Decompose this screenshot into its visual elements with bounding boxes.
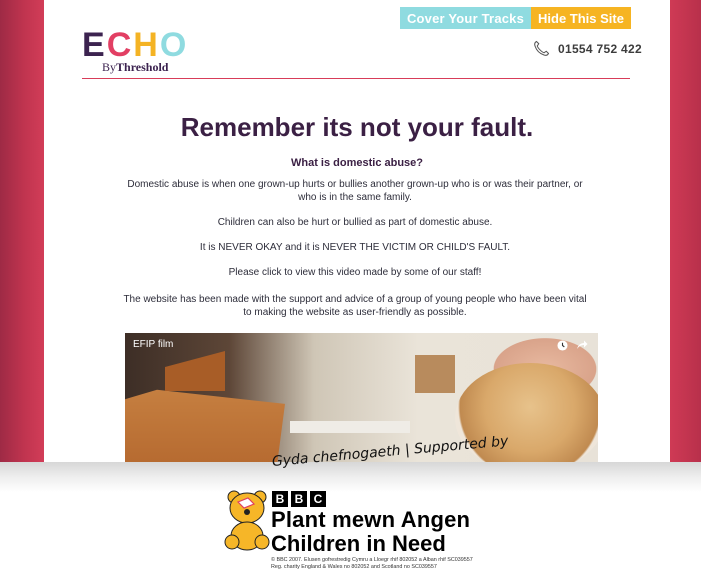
right-border xyxy=(670,0,701,465)
legal-text: © BBC 2007. Elusen gofrestredig Cymru a … xyxy=(271,557,473,570)
logo-byline: ByThreshold xyxy=(102,60,169,74)
phone-contact[interactable]: 01554 752 422 xyxy=(532,40,642,58)
header-divider xyxy=(82,78,630,79)
section-heading: What is domestic abuse? xyxy=(290,157,424,169)
clock-icon[interactable] xyxy=(557,340,568,351)
paragraph-video-prompt: Please click to view this video made by … xyxy=(228,267,482,278)
bottom-shadow xyxy=(0,462,701,492)
pudsey-bear-icon xyxy=(224,490,270,551)
paragraph-young-people: The website has been made with the suppo… xyxy=(123,294,587,318)
hide-this-site-button[interactable]: Hide This Site xyxy=(531,7,631,29)
paragraph-definition: Domestic abuse is when one grown-up hurt… xyxy=(127,179,583,203)
phone-icon xyxy=(534,40,550,56)
video-table xyxy=(290,421,410,433)
sponsor-name-english: Children in Need xyxy=(271,531,446,556)
sponsor-name-welsh: Plant mewn Angen xyxy=(271,507,471,532)
paragraph-children: Children can also be hurt or bullied as … xyxy=(217,217,493,228)
page-title: Remember its not your fault. xyxy=(180,112,534,142)
cover-your-tracks-button[interactable]: Cover Your Tracks xyxy=(400,7,531,29)
echo-logo[interactable]: ECHO ByThreshold xyxy=(82,28,202,76)
bbc-logo: BBC xyxy=(272,491,326,507)
phone-number: 01554 752 422 xyxy=(558,42,642,56)
video-title[interactable]: EFIP film xyxy=(133,339,173,350)
share-icon[interactable] xyxy=(576,339,588,351)
video-noticeboard xyxy=(415,355,455,393)
paragraph-never-okay: It is NEVER OKAY and it is NEVER THE VIC… xyxy=(199,242,511,253)
webpage: Cover Your Tracks Hide This Site ECHO By… xyxy=(44,0,670,465)
left-border xyxy=(0,0,44,465)
logo-letters: ECHO xyxy=(82,26,189,64)
